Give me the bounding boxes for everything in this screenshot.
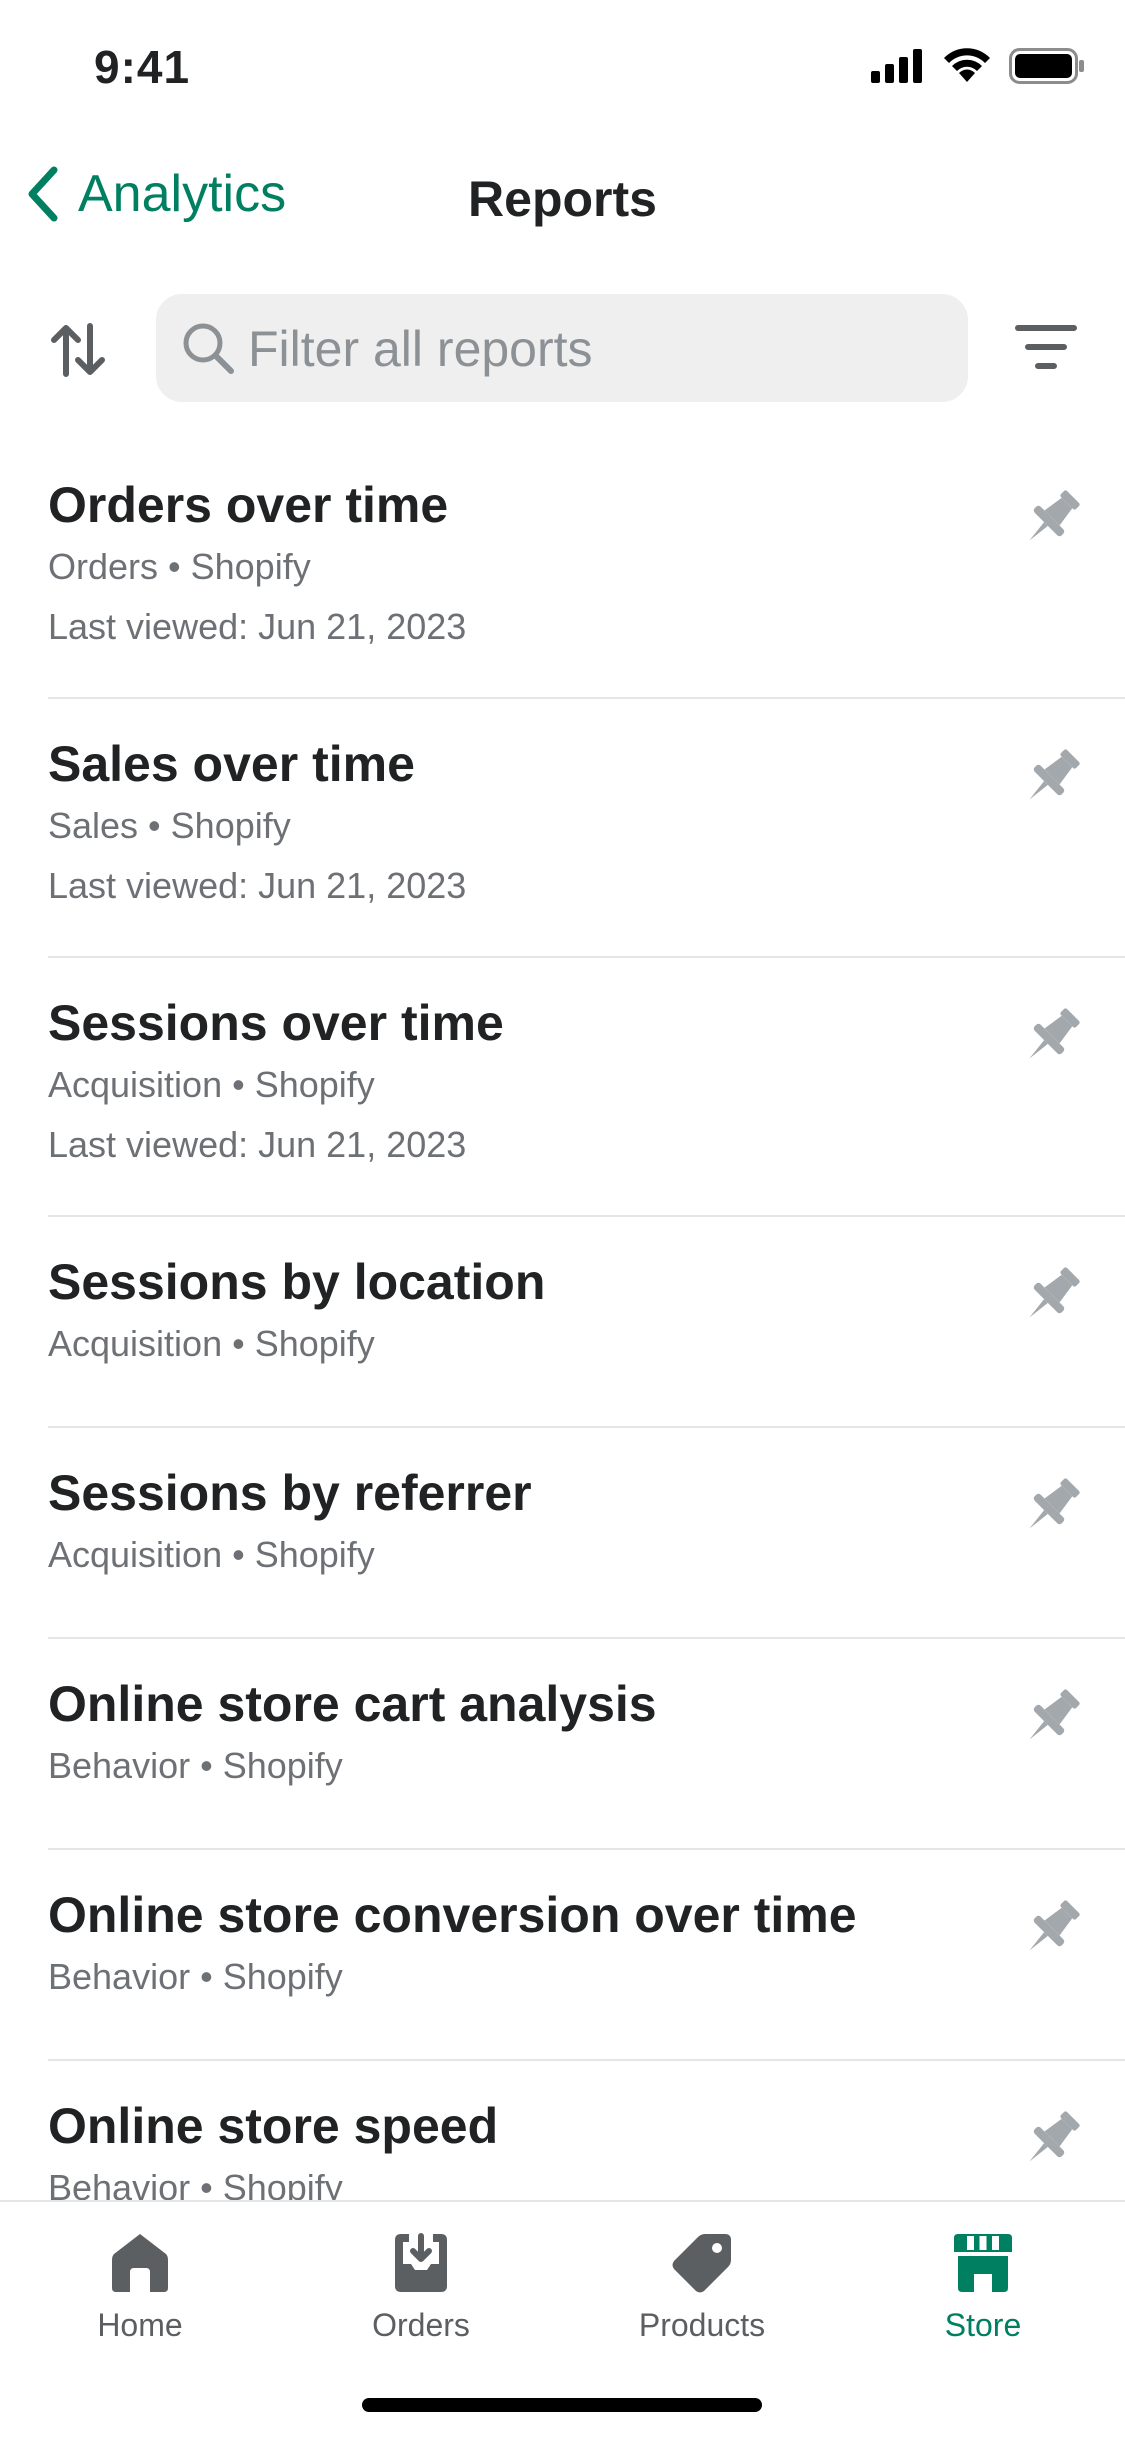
report-meta: Behavior • Shopify	[48, 1745, 343, 1786]
report-title: Sales over time	[48, 736, 415, 792]
report-item[interactable]: Sessions by location Acquisition • Shopi…	[48, 1217, 1125, 1428]
toolbar	[0, 294, 1125, 404]
navigation-bar: Reports Analytics	[0, 150, 1125, 250]
filter-button[interactable]	[1014, 320, 1078, 376]
report-meta: Behavior • Shopify	[48, 1956, 343, 1997]
report-title: Online store speed	[48, 2098, 499, 2154]
pin-icon[interactable]	[1018, 1002, 1086, 1070]
report-item[interactable]: Online store speed Behavior • Shopify	[48, 2061, 1125, 2200]
report-title: Online store cart analysis	[48, 1676, 657, 1732]
tab-store-label: Store	[944, 2307, 1022, 2343]
status-bar: 9:41	[0, 0, 1125, 140]
sort-button[interactable]	[46, 318, 110, 382]
report-list: Orders over time Orders • Shopify Last v…	[0, 440, 1125, 2200]
report-last-viewed: Last viewed: Jun 21, 2023	[48, 1124, 467, 1165]
report-meta: Acquisition • Shopify	[48, 1064, 375, 1105]
pin-icon[interactable]	[1018, 484, 1086, 552]
report-meta: Orders • Shopify	[48, 546, 311, 587]
report-last-viewed: Last viewed: Jun 21, 2023	[48, 865, 467, 906]
report-item[interactable]: Orders over time Orders • Shopify Last v…	[48, 440, 1125, 699]
pin-icon[interactable]	[1018, 2105, 1086, 2173]
filter-icon	[1015, 325, 1077, 369]
tab-products[interactable]: Products	[602, 2232, 802, 2344]
back-button[interactable]: Analytics	[24, 164, 286, 224]
home-icon	[112, 2234, 168, 2292]
search-icon	[183, 323, 234, 374]
tab-home-label: Home	[97, 2307, 183, 2343]
pin-icon[interactable]	[1018, 743, 1086, 811]
status-icons	[871, 48, 1085, 84]
tab-home[interactable]: Home	[40, 2232, 240, 2344]
report-meta: Acquisition • Shopify	[48, 1323, 375, 1364]
status-time: 9:41	[94, 41, 191, 93]
search-input[interactable]	[246, 294, 950, 404]
tab-store[interactable]: Store	[883, 2232, 1083, 2344]
wifi-icon	[944, 48, 990, 82]
orders-icon	[395, 2233, 447, 2292]
chevron-left-icon	[28, 166, 58, 222]
pin-icon[interactable]	[1018, 1261, 1086, 1329]
report-meta: Acquisition • Shopify	[48, 1534, 375, 1575]
report-last-viewed: Last viewed: Jun 21, 2023	[48, 606, 467, 647]
tab-orders[interactable]: Orders	[321, 2232, 521, 2344]
tab-orders-label: Orders	[372, 2307, 470, 2343]
report-title: Orders over time	[48, 477, 449, 533]
sort-icon	[51, 323, 105, 377]
report-item[interactable]: Online store cart analysis Behavior • Sh…	[48, 1639, 1125, 1850]
search-field[interactable]	[156, 294, 968, 404]
home-indicator	[362, 2398, 762, 2412]
tag-icon	[672, 2234, 731, 2293]
pin-icon[interactable]	[1018, 1472, 1086, 1540]
pin-icon[interactable]	[1018, 1683, 1086, 1751]
report-item[interactable]: Sales over time Sales • Shopify Last vie…	[48, 699, 1125, 958]
report-title: Sessions by referrer	[48, 1465, 532, 1521]
back-button-label: Analytics	[78, 165, 287, 223]
pin-icon[interactable]	[1018, 1894, 1086, 1962]
report-title: Online store conversion over time	[48, 1887, 857, 1943]
report-item[interactable]: Sessions over time Acquisition • Shopify…	[48, 958, 1125, 1217]
report-title: Sessions over time	[48, 995, 504, 1051]
store-icon	[954, 2234, 1012, 2292]
tab-products-label: Products	[638, 2307, 766, 2343]
report-item[interactable]: Online store conversion over time Behavi…	[48, 1850, 1125, 2061]
report-title: Sessions by location	[48, 1254, 546, 1310]
battery-icon	[1009, 48, 1084, 84]
report-meta: Sales • Shopify	[48, 805, 291, 846]
report-item[interactable]: Sessions by referrer Acquisition • Shopi…	[48, 1428, 1125, 1639]
signal-icon	[871, 49, 922, 83]
report-meta: Behavior • Shopify	[48, 2167, 343, 2200]
